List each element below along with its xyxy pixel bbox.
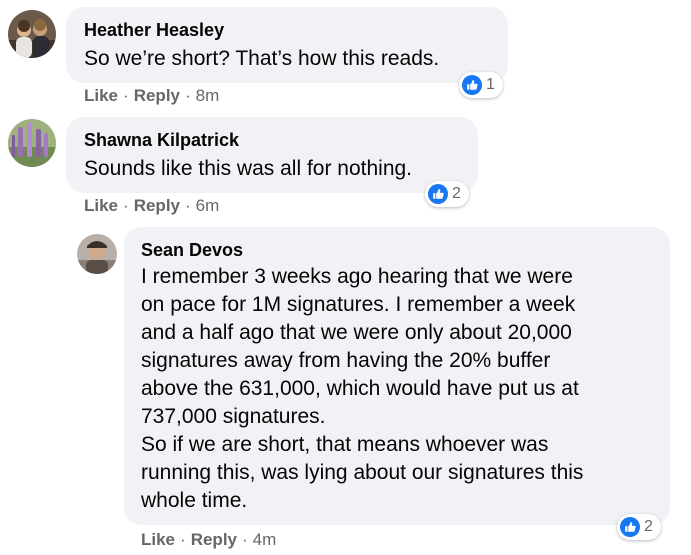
like-button[interactable]: Like <box>141 530 175 550</box>
separator: · <box>180 530 186 549</box>
timestamp[interactable]: 8m <box>196 86 220 106</box>
reaction-count: 2 <box>452 185 461 202</box>
comment-text-line: and a half ago that we were only about 2… <box>141 321 572 344</box>
reaction-summary[interactable]: 1 <box>459 72 503 98</box>
comment-text: So we’re short? That’s how this reads. <box>84 47 440 70</box>
comment-bubble: Shawna Kilpatrick Sounds like this was a… <box>66 117 478 193</box>
reaction-summary[interactable]: 2 <box>425 181 469 207</box>
avatar-shawna-kilpatrick[interactable] <box>8 119 56 167</box>
comment-text-line: whole time. <box>141 489 248 512</box>
avatar-heather-heasley[interactable] <box>8 10 56 58</box>
comment-actions: Like · Reply · 6m <box>84 196 219 216</box>
reply-button[interactable]: Reply <box>134 86 180 106</box>
comment-text-line: above the 631,000, which would have put … <box>141 377 579 400</box>
reply-button[interactable]: Reply <box>191 530 237 550</box>
comment-actions: Like · Reply · 4m <box>141 530 276 550</box>
comment-author[interactable]: Shawna Kilpatrick <box>84 130 239 151</box>
separator: · <box>123 196 129 215</box>
like-button[interactable]: Like <box>84 86 118 106</box>
comment-bubble: Sean Devos I remember 3 weeks ago hearin… <box>124 227 670 525</box>
separator: · <box>185 196 191 215</box>
like-icon <box>620 517 640 537</box>
comment-text-line: 737,000 signatures. <box>141 405 326 428</box>
reaction-count: 2 <box>644 518 653 535</box>
reaction-count: 1 <box>486 76 495 93</box>
comment-author[interactable]: Heather Heasley <box>84 20 224 41</box>
like-button[interactable]: Like <box>84 196 118 216</box>
comment-text-line: So if we are short, that means whoever w… <box>141 433 549 456</box>
separator: · <box>123 86 129 105</box>
timestamp[interactable]: 4m <box>253 530 277 550</box>
timestamp[interactable]: 6m <box>196 196 220 216</box>
comment-actions: Like · Reply · 8m <box>84 86 219 106</box>
reaction-summary[interactable]: 2 <box>617 514 661 540</box>
comment-text-line: signatures away from having the 20% buff… <box>141 349 551 372</box>
comment-text-line: on pace for 1M signatures. I remember a … <box>141 293 576 316</box>
separator: · <box>185 86 191 105</box>
separator: · <box>242 530 248 549</box>
like-icon <box>428 184 448 204</box>
avatar-sean-devos[interactable] <box>77 234 117 274</box>
comment-text: Sounds like this was all for nothing. <box>84 157 413 180</box>
reply-button[interactable]: Reply <box>134 196 180 216</box>
like-icon <box>462 75 482 95</box>
comment-author[interactable]: Sean Devos <box>141 240 243 261</box>
comment-text-line: I remember 3 weeks ago hearing that we w… <box>141 265 573 288</box>
comment-text-line: running this, was lying about our signat… <box>141 461 584 484</box>
comment-bubble: Heather Heasley So we’re short? That’s h… <box>66 7 508 83</box>
